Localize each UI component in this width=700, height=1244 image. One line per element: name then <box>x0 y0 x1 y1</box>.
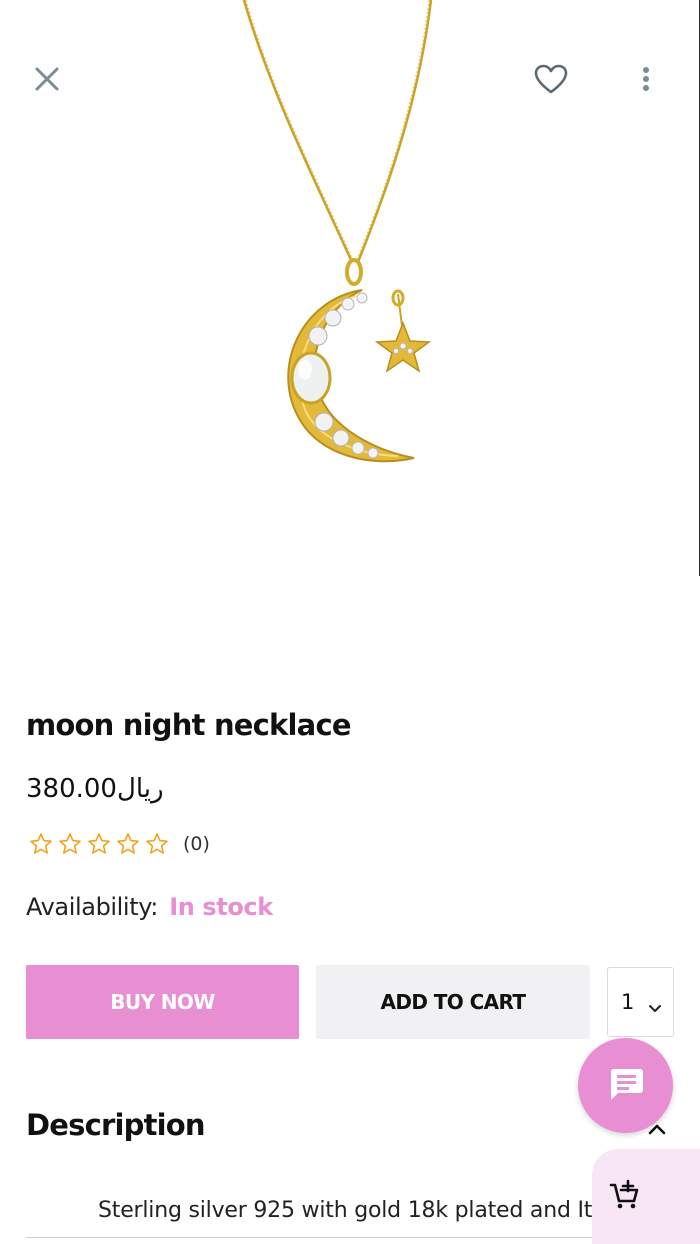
cart-plus-icon <box>608 1179 640 1215</box>
chat-button[interactable] <box>578 1038 673 1133</box>
favorite-button[interactable] <box>526 56 576 106</box>
chevron-down-icon <box>648 995 662 1019</box>
rating-count[interactable]: (0) <box>183 833 210 855</box>
product-image <box>242 0 433 463</box>
availability: Availability: In stock <box>26 893 273 921</box>
heart-outline-icon <box>534 64 568 98</box>
quantity-value: 1 <box>621 990 635 1014</box>
more-options-button[interactable] <box>621 56 671 106</box>
more-vertical-icon <box>642 66 650 96</box>
star-icon[interactable] <box>113 830 142 858</box>
close-button[interactable] <box>22 56 72 106</box>
rating-row[interactable]: (0) <box>26 830 210 858</box>
star-icon[interactable] <box>84 830 113 858</box>
product-title: moon night necklace <box>26 708 352 742</box>
buy-now-button[interactable]: BUY NOW <box>26 965 299 1039</box>
product-image-area[interactable] <box>0 0 700 680</box>
star-icon[interactable] <box>55 830 84 858</box>
availability-status: In stock <box>169 893 273 921</box>
divider <box>26 1237 592 1238</box>
availability-label: Availability: <box>26 893 158 921</box>
quick-add-cart-button[interactable] <box>592 1149 700 1244</box>
add-to-cart-button[interactable]: ADD TO CART <box>316 965 590 1039</box>
quantity-select[interactable]: 1 <box>607 967 674 1037</box>
product-price: 380.00ريال <box>26 774 164 804</box>
star-icon[interactable] <box>26 830 55 858</box>
chat-message-icon <box>607 1065 645 1107</box>
close-icon <box>34 66 60 96</box>
description-text: Sterling silver 925 with gold 18k plated… <box>98 1198 592 1223</box>
description-heading[interactable]: Description <box>26 1108 206 1142</box>
star-icon[interactable] <box>142 830 171 858</box>
